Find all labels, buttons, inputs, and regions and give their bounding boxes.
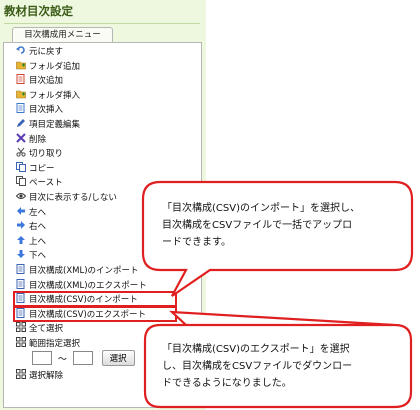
callout-1-line-3: ードできます。 (162, 237, 231, 248)
callout-1-line-2: 目次構成をCSVファイルで一括でアップロ (162, 220, 353, 231)
callout-1-line-1: 「目次構成(CSV)のインポート」を選択し、 (162, 203, 360, 214)
callout-1-text: 「目次構成(CSV)のインポート」を選択し、 目次構成をCSVファイルで一括でア… (162, 200, 360, 251)
callout-2-text: 「目次構成(CSV)のエクスポート」を選択 し、目次構成をCSVファイルでダウン… (162, 341, 352, 392)
callout-2-line-2: し、目次構成をCSVファイルでダウンロー (162, 361, 353, 372)
callout-2-line-3: ドできるようになりました。 (162, 378, 292, 389)
callout-2-line-1: 「目次構成(CSV)のエクスポート」を選択 (162, 344, 350, 355)
